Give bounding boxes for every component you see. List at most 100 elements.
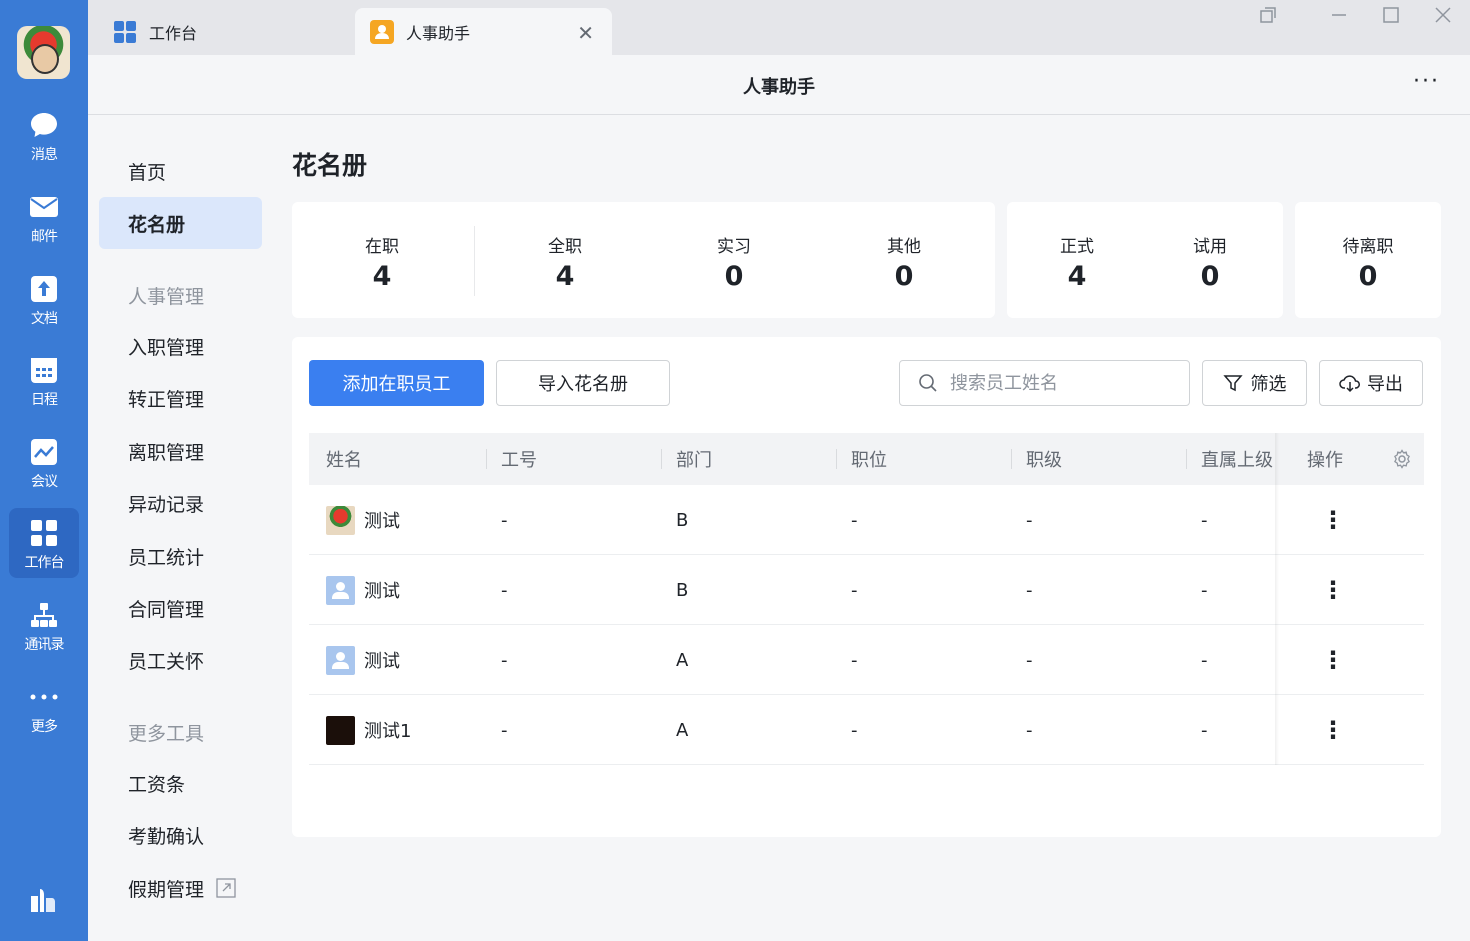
cell-id: -	[501, 509, 508, 531]
nav-item-offboarding[interactable]: 离职管理	[99, 425, 262, 477]
mail-icon	[29, 192, 59, 222]
rail-item-contacts[interactable]: 通讯录	[9, 590, 79, 660]
app-title: 人事助手	[743, 77, 815, 98]
rail-item-docs[interactable]: 文档	[9, 264, 79, 334]
employee-name[interactable]: 测试	[364, 577, 400, 603]
rail-label-workbench: 工作台	[24, 555, 65, 571]
nav-item-onboarding[interactable]: 入职管理	[99, 320, 262, 372]
col-header-name[interactable]: 姓名	[326, 433, 362, 485]
stat-active[interactable]: 在职 4	[332, 232, 432, 292]
row-actions-icon[interactable]: ⋮	[1321, 695, 1345, 765]
cell-level: -	[1026, 579, 1033, 601]
cell-dept: B	[676, 579, 689, 601]
cell-manager: -	[1201, 579, 1208, 601]
cell-name: 测试	[326, 625, 400, 695]
cloud-download-icon	[1339, 375, 1360, 393]
nav-item-stats[interactable]: 员工统计	[99, 530, 262, 582]
nav-item-changes[interactable]: 异动记录	[99, 477, 262, 529]
table-row[interactable]: 测试 - B - - - ⋮	[309, 555, 1424, 625]
table-row[interactable]: 测试 - B - - - ⋮	[309, 485, 1424, 555]
nav-item-roster[interactable]: 花名册	[99, 197, 262, 249]
window-close-icon[interactable]	[1432, 4, 1454, 26]
more-options-icon[interactable]: ···	[1413, 69, 1440, 94]
col-header-dept[interactable]: 部门	[676, 433, 712, 485]
stat-value: 0	[724, 261, 744, 292]
rail-label-contacts: 通讯录	[24, 637, 65, 653]
add-employee-button[interactable]: 添加在职员工	[309, 360, 484, 406]
import-roster-button[interactable]: 导入花名册	[496, 360, 670, 406]
stat-value: 0	[894, 261, 914, 292]
app-header: 人事助手 ···	[88, 55, 1470, 115]
employee-name[interactable]: 测试	[364, 507, 400, 533]
col-header-position[interactable]: 职位	[851, 433, 887, 485]
app-logo-icon[interactable]	[28, 884, 58, 914]
cell-position: -	[851, 719, 858, 741]
divider	[474, 226, 475, 296]
rail-label-more: 更多	[31, 719, 58, 735]
col-separator	[1011, 449, 1012, 469]
stat-fulltime[interactable]: 全职 4	[515, 232, 615, 292]
table-row[interactable]: 测试 - A - - - ⋮	[309, 625, 1424, 695]
stat-pending-leave[interactable]: 待离职 0	[1318, 232, 1418, 292]
stat-formal[interactable]: 正式 4	[1027, 232, 1127, 292]
cell-id: -	[501, 719, 508, 741]
tab-hr-assistant[interactable]: 人事助手 ✕	[355, 8, 612, 55]
cell-level: -	[1026, 509, 1033, 531]
nav-item-home[interactable]: 首页	[99, 145, 262, 197]
popout-icon[interactable]	[1257, 4, 1279, 26]
rail-label-meetings: 会议	[31, 474, 58, 490]
col-header-id[interactable]: 工号	[501, 433, 537, 485]
employee-name[interactable]: 测试1	[364, 717, 411, 743]
col-separator	[836, 449, 837, 469]
nav-item-contracts[interactable]: 合同管理	[99, 582, 262, 634]
rail-item-meetings[interactable]: 会议	[9, 427, 79, 497]
rail-label-calendar: 日程	[31, 392, 58, 408]
nav-item-attendance[interactable]: 考勤确认	[99, 809, 262, 861]
stat-probation[interactable]: 试用 0	[1160, 232, 1260, 292]
cell-manager: -	[1201, 509, 1208, 531]
cell-manager: -	[1201, 719, 1208, 741]
table-row[interactable]: 测试1 - A - - - ⋮	[309, 695, 1424, 765]
rail-item-calendar[interactable]: 日程	[9, 345, 79, 415]
left-rail: 消息 邮件 文档 日程 会议 工作台 通讯录 更多	[0, 0, 88, 941]
chat-bubble-icon	[29, 110, 59, 140]
stat-value: 4	[1067, 261, 1087, 292]
table-settings-icon[interactable]	[1392, 433, 1412, 485]
stat-label: 其他	[887, 237, 921, 257]
filter-button[interactable]: 筛选	[1202, 360, 1307, 406]
employee-name[interactable]: 测试	[364, 647, 400, 673]
col-separator	[486, 449, 487, 469]
row-actions-icon[interactable]: ⋮	[1321, 555, 1345, 625]
tab-workbench[interactable]: 工作台	[88, 8, 356, 55]
nav-item-regularization[interactable]: 转正管理	[99, 372, 262, 424]
rail-item-mail[interactable]: 邮件	[9, 182, 79, 252]
nav-item-leave[interactable]: 假期管理	[99, 862, 262, 914]
cell-dept: B	[676, 509, 689, 531]
export-button[interactable]: 导出	[1319, 360, 1423, 406]
user-avatar[interactable]	[17, 26, 70, 79]
default-avatar-icon	[326, 645, 355, 675]
close-icon[interactable]: ✕	[577, 21, 594, 45]
tab-bar: 工作台 人事助手 ✕	[88, 0, 1470, 55]
col-header-manager[interactable]: 直属上级	[1201, 433, 1273, 485]
rail-item-more[interactable]: 更多	[9, 672, 79, 742]
stats-card-pending: 待离职 0	[1295, 202, 1441, 318]
row-actions-icon[interactable]: ⋮	[1321, 625, 1345, 695]
search-input[interactable]	[950, 372, 1170, 394]
stat-intern[interactable]: 实习 0	[684, 232, 784, 292]
rail-item-workbench[interactable]: 工作台	[9, 508, 79, 578]
stat-value: 0	[1358, 261, 1378, 292]
col-header-level[interactable]: 职级	[1026, 433, 1062, 485]
row-actions-icon[interactable]: ⋮	[1321, 485, 1345, 555]
stat-other[interactable]: 其他 0	[854, 232, 954, 292]
stat-label: 实习	[717, 237, 751, 257]
minimize-icon[interactable]	[1328, 4, 1350, 26]
nav-item-payslip[interactable]: 工资条	[99, 757, 262, 809]
stat-value: 0	[1200, 261, 1220, 292]
org-icon	[29, 600, 59, 630]
maximize-icon[interactable]	[1380, 4, 1402, 26]
rail-item-messages[interactable]: 消息	[9, 100, 79, 170]
nav-item-care[interactable]: 员工关怀	[99, 634, 262, 686]
stats-card-status: 正式 4 试用 0	[1007, 202, 1283, 318]
filter-icon	[1222, 375, 1243, 392]
